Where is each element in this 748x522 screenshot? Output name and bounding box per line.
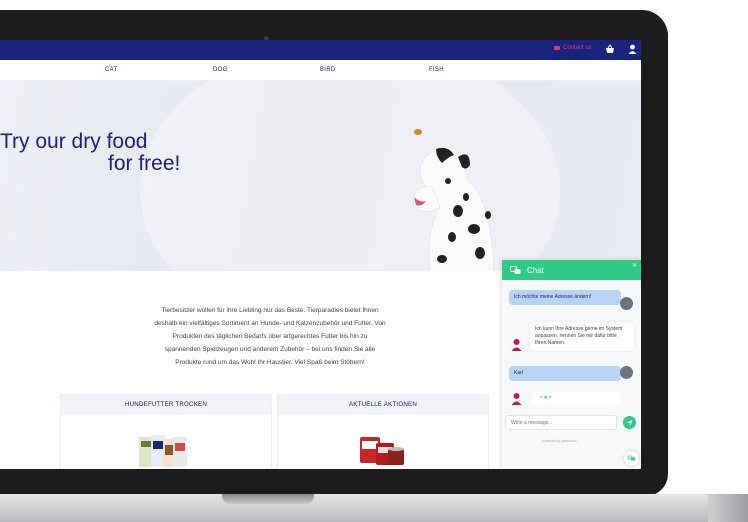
hero-title: Try our dry food for free! <box>0 131 180 175</box>
category-card-current-promotions[interactable]: AKTUELLE AKTIONEN <box>277 394 489 469</box>
intro-line: Tierbesitzer wollen für ihre Liebling nu… <box>161 307 379 314</box>
chat-message-user: Ich möchte meine Adresse ändern! <box>509 290 621 305</box>
bot-avatar <box>511 339 522 351</box>
chat-message-bot: Ich kann Ihre Adresse gerne im System an… <box>530 322 634 351</box>
category-nav: CAT DOG BIRD FISH <box>0 60 641 81</box>
intro-text: Tierbesitzer wollen für ihre Liebling nu… <box>120 304 420 369</box>
typing-indicator: • ● • <box>532 392 620 405</box>
powered-by-label: powered by parlamind <box>542 439 577 443</box>
chat-icon <box>510 265 521 274</box>
hero-banner[interactable]: Try our dry food for free! <box>0 81 641 271</box>
category-card-dry-dog-food[interactable]: HUNDEFUTTER TROCKEN <box>60 394 272 469</box>
top-bar: Contact us <box>0 40 641 60</box>
laptop-base <box>0 494 748 522</box>
nav-cat[interactable]: CAT <box>105 67 117 73</box>
basket-icon[interactable] <box>605 44 615 54</box>
nav-fish[interactable]: FISH <box>429 67 444 73</box>
chat-message-input[interactable] <box>505 415 617 430</box>
bot-avatar <box>511 393 522 405</box>
card-title: AKTUELLE AKTIONEN <box>278 395 488 415</box>
canned-food-image <box>360 437 404 465</box>
intro-line: Produkten des täglichen Bedarfs über art… <box>172 333 368 340</box>
envelope-icon <box>554 46 560 50</box>
chat-title: Chat <box>527 265 544 275</box>
dalmatian-dog-image <box>411 146 495 271</box>
close-icon[interactable]: ✕ <box>632 262 637 269</box>
hero-line-2: for free! <box>108 152 181 175</box>
chat-toggle-button[interactable] <box>624 451 639 466</box>
intro-line: spannenden Spielzeugen und anderem Zubeh… <box>164 346 376 353</box>
hero-line-1: Try our dry food <box>0 130 148 153</box>
nav-dog[interactable]: DOG <box>213 67 228 73</box>
chat-widget: Chat ✕ Ich möchte meine Adresse ändern! … <box>502 260 641 469</box>
send-icon[interactable] <box>623 416 636 429</box>
contact-label: Contact us <box>563 45 592 51</box>
contact-link[interactable]: Contact us <box>554 45 592 51</box>
intro-line: Produkte rund um das Wohl Ihr Haustier. … <box>175 359 365 366</box>
laptop-base-edge <box>708 494 748 522</box>
nav-bird[interactable]: BIRD <box>320 67 336 73</box>
user-icon[interactable] <box>628 44 637 54</box>
user-avatar <box>620 366 633 379</box>
dog-food-bags-image <box>139 435 187 467</box>
laptop-notch <box>222 494 314 504</box>
chat-bubble-icon <box>627 455 635 461</box>
chat-header[interactable]: Chat ✕ <box>502 260 641 280</box>
intro-line: deshalb ein vielfältiges Sortiment an Hu… <box>154 320 386 327</box>
kibble-image <box>414 129 422 135</box>
chat-message-user: Karl <box>509 366 621 381</box>
card-title: HUNDEFUTTER TROCKEN <box>61 395 271 415</box>
user-avatar <box>620 297 633 310</box>
